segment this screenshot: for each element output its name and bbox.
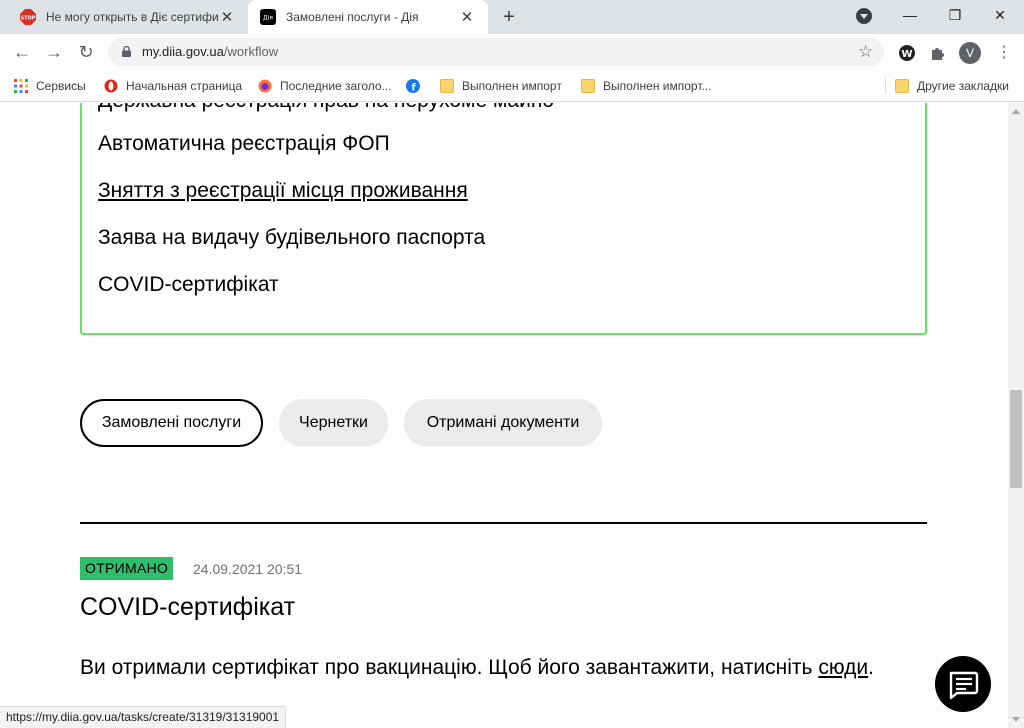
bookmark-facebook[interactable]: f (406, 77, 428, 95)
close-window-icon[interactable]: ✕ (988, 4, 1012, 26)
service-link[interactable]: Державна реєстрація прав на нерухоме май… (98, 103, 554, 113)
forward-icon[interactable]: → (42, 40, 66, 64)
order-message: Ви отримали сертифікат про вакцинацію. Щ… (80, 653, 980, 683)
facebook-icon: f (406, 79, 420, 93)
extensions-puzzle-icon[interactable] (928, 43, 948, 63)
tab-close-icon[interactable]: ✕ (218, 8, 236, 26)
folder-icon (895, 79, 909, 93)
folder-icon (440, 79, 454, 93)
new-tab-icon[interactable]: + (498, 6, 520, 28)
page-viewport: Державна реєстрація прав на нерухоме май… (0, 103, 1008, 728)
chat-button[interactable] (935, 656, 991, 712)
svg-text:STOP: STOP (21, 16, 36, 22)
tab-inactive[interactable]: STOP Не могу открыть в Діє сертифик ✕ (8, 0, 248, 34)
stop-icon: STOP (20, 9, 36, 25)
download-link[interactable]: сюди (818, 656, 868, 679)
bookmark-label: Другие закладки (917, 79, 1009, 93)
svg-text:f: f (411, 83, 416, 94)
bookmark-label: Последние заголо... (280, 79, 392, 93)
back-icon[interactable]: ← (10, 40, 34, 64)
minimize-icon[interactable]: — (898, 4, 922, 26)
reload-icon[interactable]: ↻ (74, 40, 98, 64)
opera-icon (104, 79, 118, 93)
tab-title: Не могу открыть в Діє сертифик (46, 10, 218, 24)
section-divider (80, 522, 927, 524)
browser-menu-icon[interactable]: ⋮ (996, 42, 1012, 64)
folder-icon (581, 79, 595, 93)
status-bar-url: https://my.diia.gov.ua/tasks/create/3131… (0, 706, 287, 728)
order-title: COVID-сертифікат (80, 593, 296, 621)
url-text: my.diia.gov.ua/workflow (142, 44, 279, 59)
service-link[interactable]: Заява на видачу будівельного паспорта (98, 226, 485, 250)
bookmarks-separator (885, 78, 886, 94)
apps-grid-icon (14, 79, 28, 93)
vertical-scrollbar[interactable] (1008, 103, 1024, 728)
scroll-up-icon[interactable] (1012, 109, 1020, 114)
tab-search-icon[interactable] (856, 8, 872, 24)
chat-icon (949, 671, 979, 700)
bookmarks-bar: Сервисы Начальная страница Последние заг… (0, 70, 1024, 102)
bookmark-label: Выполнен импорт (462, 79, 562, 93)
tab-title: Замовлені послуги - Дія (286, 10, 419, 24)
restore-icon[interactable]: ❐ (943, 4, 967, 26)
bookmark-label: Сервисы (36, 79, 86, 93)
extension-w-icon[interactable]: W (897, 43, 917, 63)
bookmark-services[interactable]: Сервисы (14, 77, 86, 95)
bookmark-import-folder-2[interactable]: Выполнен импорт... (581, 77, 712, 95)
profile-avatar[interactable]: V (959, 42, 981, 64)
diia-icon: Дія (260, 9, 276, 25)
svg-text:Дія: Дія (263, 15, 273, 22)
scroll-down-icon[interactable] (1012, 717, 1020, 722)
bookmark-star-icon[interactable]: ☆ (858, 42, 873, 62)
filter-received-documents-button[interactable]: Отримані документи (404, 399, 602, 447)
tab-active[interactable]: Дія Замовлені послуги - Дія ✕ (248, 0, 488, 34)
bookmark-start-page[interactable]: Начальная страница (104, 77, 242, 95)
browser-window: STOP Не могу открыть в Діє сертифик ✕ Ді… (0, 0, 1024, 728)
order-message-text: Ви отримали сертифікат про вакцинацію. Щ… (80, 656, 813, 679)
bookmark-import-folder[interactable]: Выполнен импорт (440, 77, 562, 95)
order-datetime: 24.09.2021 20:51 (193, 561, 302, 577)
firefox-icon (258, 79, 272, 93)
bookmark-latest-headlines[interactable]: Последние заголо... (258, 77, 392, 95)
service-link[interactable]: Автоматична реєстрація ФОП (98, 132, 390, 156)
filter-ordered-services-button[interactable]: Замовлені послуги (80, 399, 263, 447)
filter-drafts-button[interactable]: Чернетки (279, 399, 388, 447)
tab-strip: STOP Не могу открыть в Діє сертифик ✕ Ді… (0, 0, 1024, 34)
address-bar[interactable]: my.diia.gov.ua/workflow ☆ (108, 38, 884, 66)
scrollbar-thumb[interactable] (1010, 390, 1022, 488)
service-link[interactable]: COVID-сертифікат (98, 273, 279, 297)
svg-text:W: W (901, 49, 912, 60)
order-message-end: . (868, 656, 874, 679)
bookmark-label: Начальная страница (126, 79, 243, 93)
bookmark-label: Выполнен импорт... (603, 79, 712, 93)
bookmark-other[interactable]: Другие закладки (895, 77, 1009, 95)
status-badge: ОТРИМАНО (80, 557, 174, 580)
lock-icon (122, 46, 131, 57)
service-link[interactable]: Зняття з реєстрації місця проживання (98, 179, 468, 203)
tab-close-icon[interactable]: ✕ (458, 8, 476, 26)
